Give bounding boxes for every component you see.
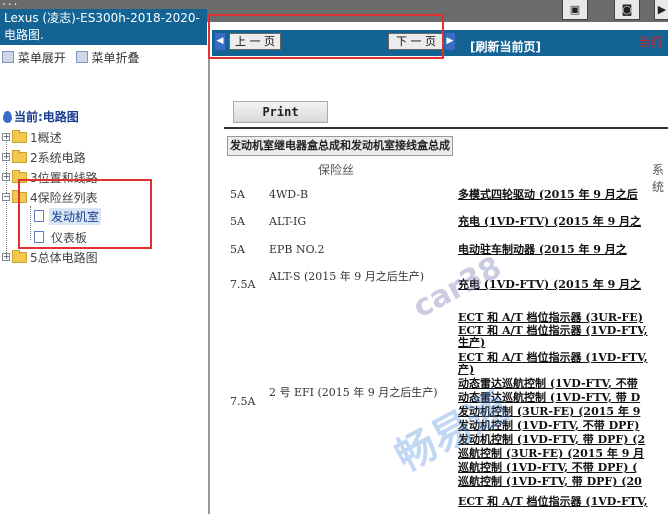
fuse-name: ALT-IG [269, 215, 307, 228]
manual-title: Lexus (凌志)-ES300h-2018-2020- 电路图. [0, 9, 207, 45]
tree-item-overview[interactable]: +1概述 [2, 128, 62, 146]
fuse-name: EPB NO.2 [269, 243, 325, 256]
next-arrow-icon[interactable]: ▶ [445, 33, 455, 50]
circuit-link[interactable]: ECT 和 A/T 档位指示器 (3UR-FE) [458, 312, 643, 324]
circuit-link[interactable]: 充电 (1VD-FTV) (2015 年 9 月之 [458, 215, 641, 229]
fuse-amperage: 7.5A [230, 395, 256, 408]
folder-icon [12, 149, 27, 163]
circuit-link[interactable]: 巡航控制 (1VD-FTV, 不带 DPF) ( [458, 462, 638, 474]
expand-plus-icon[interactable]: + [2, 153, 10, 161]
page-icon[interactable]: ▣ [562, 0, 588, 20]
circuit-link[interactable]: ECT 和 A/T 档位指示器 (1VD-FTV, [458, 352, 648, 364]
circuit-link[interactable]: 产) [458, 364, 474, 376]
fuse-amperage: 5A [230, 243, 245, 256]
circuit-link[interactable]: ECT 和 A/T 档位指示器 (1VD-FTV, [458, 496, 648, 508]
circuit-link[interactable]: ECT 和 A/T 档位指示器 (1VD-FTV, [458, 325, 648, 337]
circuit-link[interactable]: 巡航控制 (1VD-FTV, 带 DPF) (20 [458, 476, 642, 488]
fuse-name: 2 号 EFI (2015 年 9 月之后生产) [269, 386, 438, 399]
section-title: 发动机室继电器盒总成和发动机室接线盒总成 [227, 136, 453, 156]
menu-links: 菜单展开 菜单折叠 [2, 49, 140, 66]
current-location: 当前:电路图 [3, 108, 79, 125]
column-header-fuse: 保险丝 [318, 163, 355, 177]
expand-icon[interactable] [2, 51, 14, 63]
fuse-amperage: 5A [230, 215, 245, 228]
location-icon [3, 111, 12, 123]
binoculars-icon[interactable]: ◙ [614, 0, 640, 20]
fuse-amperage: 7.5A [230, 278, 256, 291]
circuit-link[interactable]: 多模式四轮驱动 (2015 年 9 月之后 [458, 188, 638, 202]
tree-item-system-circuits[interactable]: +2系统电路 [2, 148, 86, 166]
exit-icon[interactable]: ▶ [654, 0, 668, 20]
window-title: ... [2, 0, 20, 8]
divider [224, 127, 668, 129]
highlight-box [18, 179, 152, 249]
circuit-link[interactable]: 巡航控制 (3UR-FE) (2015 年 9 月 [458, 448, 644, 460]
fuse-amperage: 5A [230, 188, 245, 201]
print-button[interactable]: Print [233, 101, 328, 123]
expand-plus-icon[interactable]: + [2, 253, 10, 261]
expand-plus-icon[interactable]: + [2, 173, 10, 181]
folder-icon [12, 129, 27, 143]
current-page-indicator: 当前 [638, 35, 663, 49]
tree-item-label[interactable]: 2系统电路 [30, 149, 86, 166]
expand-plus-icon[interactable]: + [2, 133, 10, 141]
refresh-link[interactable]: [刷新当前页] [470, 38, 541, 55]
highlight-box [208, 14, 444, 59]
column-header-system: 系统 [652, 163, 665, 194]
collapse-minus-icon[interactable]: − [2, 193, 10, 201]
fuse-name: 4WD-B [269, 188, 309, 201]
current-location-label: 当前:电路图 [14, 110, 79, 124]
folder-icon [12, 249, 27, 263]
left-panel [0, 22, 210, 514]
collapse-icon[interactable] [75, 51, 88, 63]
menu-expand-link[interactable]: 菜单展开 [18, 49, 66, 66]
fuse-name: ALT-S (2015 年 9 月之后生产) [269, 270, 425, 283]
tree-item-label[interactable]: 1概述 [30, 129, 62, 146]
menu-collapse-link[interactable]: 菜单折叠 [92, 49, 140, 66]
circuit-link[interactable]: 生产) [458, 337, 485, 349]
tree-item-label[interactable]: 5总体电路图 [30, 249, 98, 266]
tree-item-overall-diagram[interactable]: +5总体电路图 [2, 248, 98, 266]
